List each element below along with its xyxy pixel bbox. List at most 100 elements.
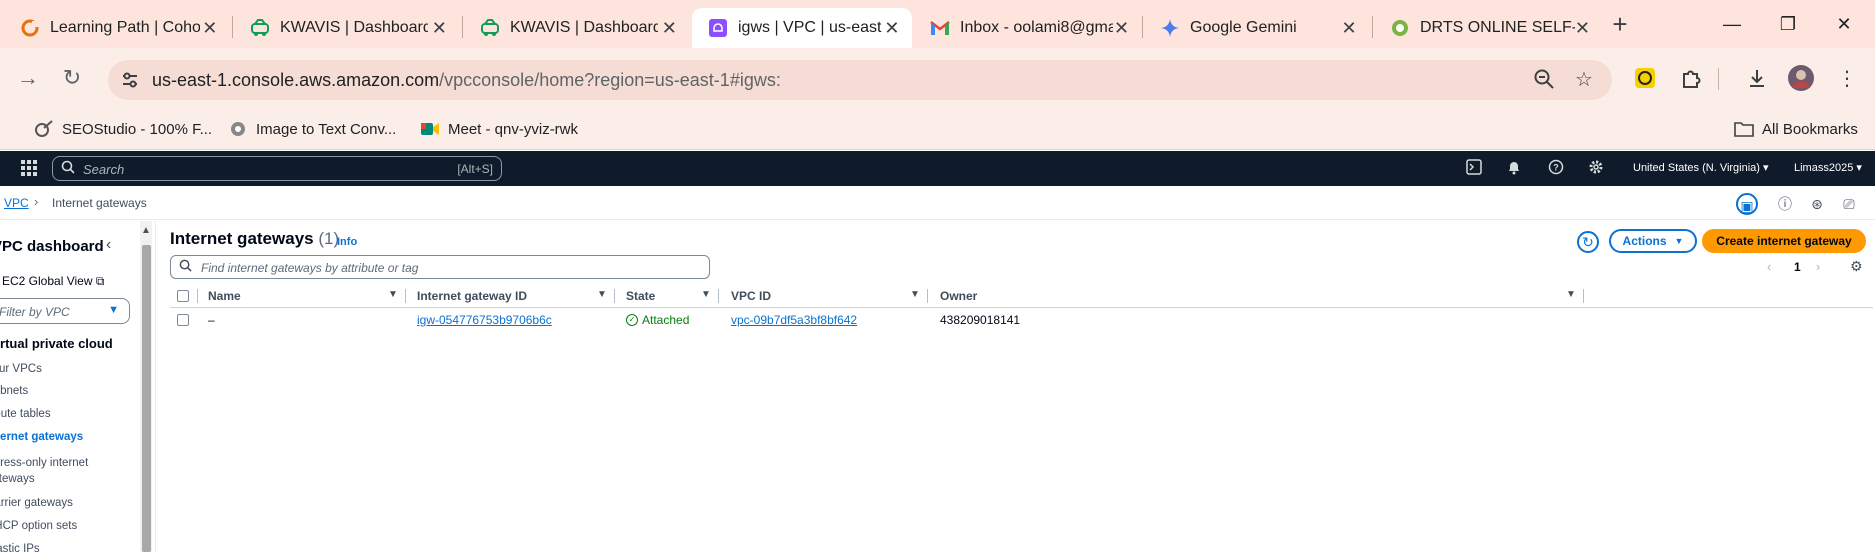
previous-page-icon[interactable]: ‹ [1767, 259, 1771, 274]
bookmark-item[interactable]: Image to Text Conv... [228, 116, 396, 142]
browser-toolbar: → ↻ us-east-1.console.aws.amazon.com/vpc… [0, 48, 1875, 110]
browser-tab[interactable]: DRTS ONLINE SELF-SERVICE ✕ [1374, 8, 1600, 48]
sidebar-title[interactable]: VPC dashboard [0, 238, 104, 255]
profile-avatar[interactable] [1784, 61, 1818, 95]
cloudshell-icon[interactable] [1464, 159, 1484, 179]
close-tab-icon[interactable]: ✕ [428, 18, 450, 39]
sort-caret-icon[interactable]: ▼ [1566, 289, 1576, 300]
sidebar-scrollbar-thumb[interactable] [142, 245, 151, 552]
refresh-icon[interactable]: ↻ [1577, 231, 1599, 253]
column-header-owner[interactable]: Owner [940, 289, 977, 303]
sidebar-item-elastic-ips[interactable]: Elastic IPs [0, 541, 40, 552]
sort-caret-icon[interactable]: ▼ [910, 289, 920, 300]
new-tab-button[interactable]: + [1605, 10, 1635, 40]
aws-search-input[interactable]: Search [Alt+S] [52, 156, 502, 181]
notifications-bell-icon[interactable] [1504, 159, 1524, 179]
browser-tab[interactable]: Inbox - oolami8@gmail.com ✕ [914, 8, 1140, 48]
browser-tab[interactable]: Learning Path | Cohort ✕ [4, 8, 230, 48]
all-bookmarks-button[interactable]: All Bookmarks [1734, 116, 1858, 142]
column-header-state[interactable]: State [626, 289, 655, 303]
image-to-text-icon [228, 119, 248, 139]
close-tab-icon[interactable]: ✕ [200, 18, 220, 39]
site-info-icon[interactable] [118, 68, 142, 92]
bookmark-label: Meet - qnv-yviz-rwk [448, 120, 579, 138]
breadcrumb: VPC › Internet gateways ▣ ⓘ ⊛ ⎚ [0, 186, 1875, 220]
help-icon[interactable]: ? [1546, 159, 1566, 179]
column-header-name[interactable]: Name [208, 289, 241, 303]
check-circle-icon: ✓ [626, 314, 638, 326]
services-menu-icon[interactable] [20, 159, 40, 179]
forward-icon[interactable]: → [12, 62, 44, 94]
tutorial-icon[interactable]: ⊛ [1806, 193, 1828, 215]
bookmark-item[interactable]: Meet - qnv-yviz-rwk [420, 116, 578, 142]
tab-title: Inbox - oolami8@gmail.com [960, 19, 1114, 36]
search-shortcut: [Alt+S] [457, 162, 493, 176]
split-panel-icon[interactable]: ▣ [1736, 193, 1758, 215]
drts-icon [1390, 18, 1410, 38]
sidebar-item-carrier-gateways[interactable]: Carrier gateways [0, 495, 73, 511]
close-window-button[interactable]: ✕ [1816, 8, 1872, 40]
feedback-icon[interactable]: ⎚ [1838, 193, 1860, 215]
close-tab-icon[interactable]: ✕ [882, 18, 902, 39]
close-tab-icon[interactable]: ✕ [1575, 18, 1590, 39]
sort-caret-icon[interactable]: ▼ [388, 289, 398, 300]
url-text[interactable]: us-east-1.console.aws.amazon.com/vpccons… [152, 70, 781, 91]
ec2-global-view-link[interactable]: EC2 Global View ⧉ [2, 274, 104, 289]
table-row[interactable]: – igw-054776753b9706b6c ✓ Attached vpc-09… [170, 309, 1873, 331]
next-page-icon[interactable]: › [1816, 259, 1820, 274]
sidebar-item-route-tables[interactable]: Route tables [0, 406, 51, 422]
collapse-sidebar-icon[interactable]: ‹ [106, 236, 111, 254]
gateway-id-link[interactable]: igw-054776753b9706b6c [417, 313, 552, 327]
info-link[interactable]: Info [337, 236, 357, 248]
sidebar-item-your-vpcs[interactable]: Your VPCs [0, 361, 42, 377]
extension-icon[interactable] [1628, 61, 1662, 95]
browser-menu-icon[interactable]: ⋮ [1830, 61, 1864, 95]
browser-tab[interactable]: Google Gemini ✕ [1144, 8, 1370, 48]
browser-tab-active[interactable]: igws | VPC | us-east-1 ✕ [692, 8, 912, 48]
tab-title: Learning Path | Cohort [50, 19, 200, 36]
browser-tab[interactable]: KWAVIS | Dashboard ✕ [464, 8, 690, 48]
aws-vpc-icon [708, 18, 728, 38]
sort-caret-icon[interactable]: ▼ [597, 289, 607, 300]
cell-name: – [208, 313, 215, 327]
create-internet-gateway-button[interactable]: Create internet gateway [1702, 229, 1866, 253]
filter-by-vpc-select[interactable]: Filter by VPC ▼ [0, 298, 130, 324]
table-preferences-gear-icon[interactable]: ⚙ [1850, 258, 1863, 275]
actions-button[interactable]: Actions ▼ [1609, 229, 1697, 253]
account-menu[interactable]: Limass2025 ▾ [1794, 161, 1862, 174]
sidebar-item-egress-only[interactable]: Egress-only internet [0, 455, 88, 471]
sidebar-item-dhcp-option-sets[interactable]: DHCP option sets [0, 518, 77, 534]
page-number[interactable]: 1 [1794, 260, 1801, 274]
vpc-id-link[interactable]: vpc-09b7df5a3bf8bf642 [731, 313, 857, 327]
sort-caret-icon[interactable]: ▼ [701, 289, 711, 300]
restore-button[interactable]: ❐ [1760, 8, 1816, 40]
settings-gear-icon[interactable] [1586, 159, 1606, 179]
column-header-gateway-id[interactable]: Internet gateway ID [417, 289, 527, 303]
info-panel-icon[interactable]: ⓘ [1774, 193, 1796, 215]
sidebar-item-internet-gateways[interactable]: Internet gateways [0, 429, 83, 445]
sidebar-item-subnets[interactable]: Subnets [0, 383, 28, 399]
region-selector[interactable]: United States (N. Virginia) ▾ [1633, 161, 1769, 174]
breadcrumb-vpc-link[interactable]: VPC [4, 196, 29, 210]
address-bar[interactable]: us-east-1.console.aws.amazon.com/vpccons… [108, 60, 1612, 100]
reload-icon[interactable]: ↻ [56, 62, 88, 94]
extensions-puzzle-icon[interactable] [1674, 61, 1708, 95]
scroll-up-arrow-icon[interactable]: ▲ [141, 225, 151, 236]
close-tab-icon[interactable]: ✕ [1113, 18, 1130, 39]
search-placeholder: Search [83, 162, 125, 177]
close-tab-icon[interactable]: ✕ [658, 18, 680, 39]
zoom-icon[interactable] [1532, 68, 1556, 92]
minimize-button[interactable]: — [1704, 8, 1760, 40]
select-all-checkbox[interactable] [177, 290, 189, 302]
browser-tab[interactable]: KWAVIS | Dashboard ✕ [234, 8, 460, 48]
bookmark-star-icon[interactable]: ☆ [1572, 68, 1596, 92]
row-checkbox[interactable] [177, 314, 189, 326]
sidebar-item-egress-only-cont[interactable]: gateways [0, 471, 35, 487]
download-icon[interactable] [1740, 61, 1774, 95]
bookmark-item[interactable]: SEOStudio - 100% F... [34, 116, 212, 142]
filter-input[interactable]: Find internet gateways by attribute or t… [170, 255, 710, 279]
close-tab-icon[interactable]: ✕ [1338, 18, 1360, 39]
chevron-right-icon: › [34, 194, 39, 209]
column-header-vpc-id[interactable]: VPC ID [731, 289, 771, 303]
state-label: Attached [642, 313, 690, 327]
